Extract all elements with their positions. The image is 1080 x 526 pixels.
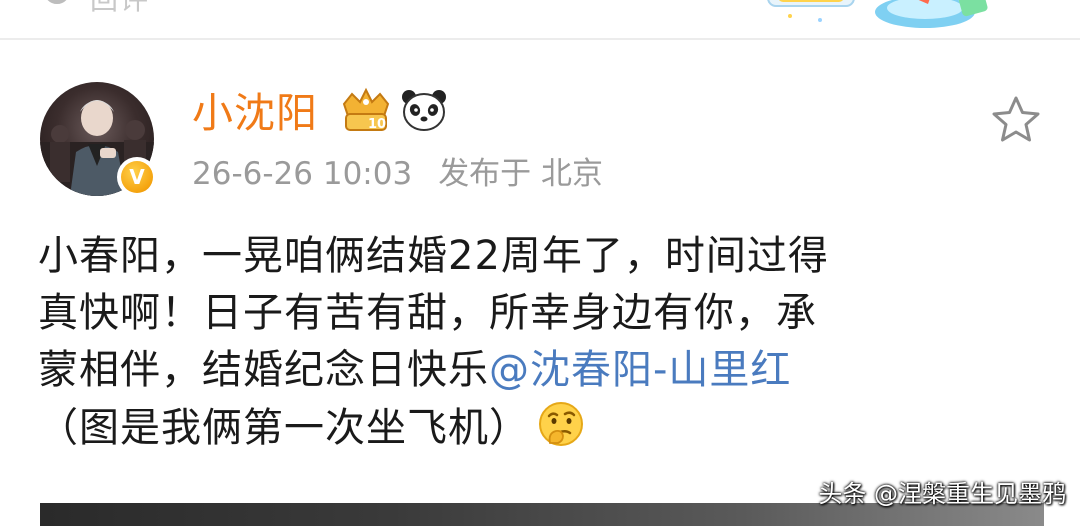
- post-line-4: （图是我俩第一次坐飞机）: [38, 399, 1048, 457]
- level-number: 10: [368, 117, 386, 132]
- top-bar-label[interactable]: 回评: [90, 0, 150, 14]
- post-line-3: 蒙相伴，结婚纪念日快乐@沈春阳-山里红: [38, 342, 1048, 399]
- post-time: 26-6-26 10:03: [192, 156, 413, 192]
- promo-banner-icon[interactable]: [760, 0, 1000, 40]
- post-meta: 26-6-26 10:03 发布于 北京: [192, 152, 603, 196]
- username[interactable]: 小沈阳: [192, 88, 318, 138]
- post-line-1: 小春阳，一晃咱俩结婚22周年了，时间过得: [38, 233, 829, 279]
- post-content: 小春阳，一晃咱俩结婚22周年了，时间过得 真快啊！日子有苦有甜，所幸身边有你，承…: [38, 228, 1048, 457]
- mention-link[interactable]: @沈春阳-山里红: [489, 347, 791, 393]
- star-icon[interactable]: [990, 94, 1042, 146]
- comment-icon[interactable]: [44, 0, 70, 4]
- post-line-4-text: （图是我俩第一次坐飞机）: [38, 405, 530, 451]
- thinking-emoji-icon: [539, 402, 583, 446]
- panda-badge-icon[interactable]: [400, 88, 448, 132]
- crown-level-badge-icon[interactable]: 10: [338, 86, 394, 134]
- post-line-2: 真快啊！日子有苦有甜，所幸身边有你，承: [38, 290, 817, 336]
- verified-v-icon: V: [117, 157, 157, 197]
- post-line-3-text: 蒙相伴，结婚纪念日快乐: [38, 347, 489, 393]
- post-location: 发布于 北京: [438, 156, 604, 192]
- header-divider: [0, 38, 1080, 40]
- watermark: 头条 @涅槃重生见墨鸦: [818, 480, 1066, 508]
- top-bar: 回评: [0, 0, 1080, 38]
